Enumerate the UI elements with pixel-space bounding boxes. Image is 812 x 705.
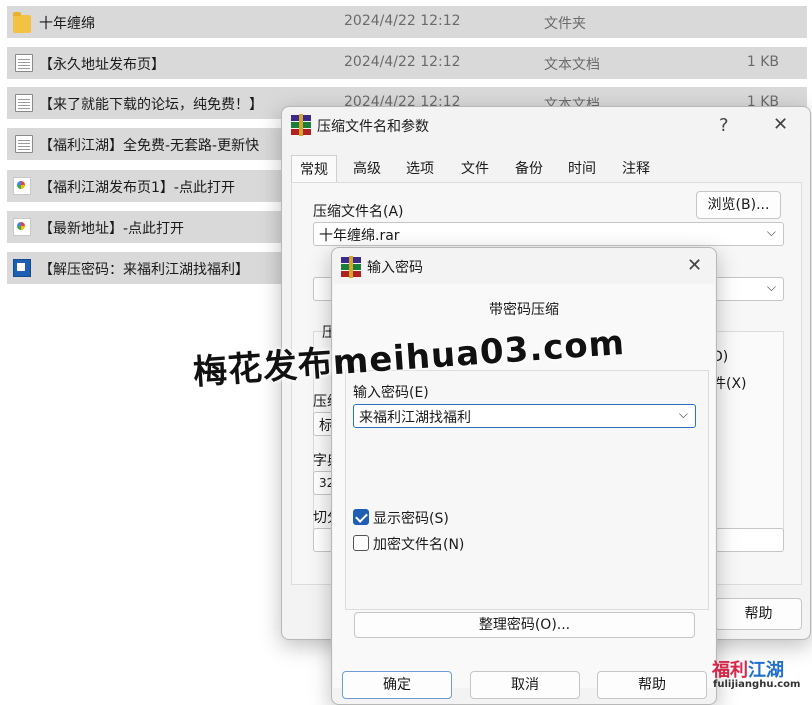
tab-advanced[interactable]: 高级: [345, 155, 389, 183]
file-row-text[interactable]: 【福利江湖】全免费-无套路-更新快: [7, 128, 283, 160]
ok-button[interactable]: 确定: [342, 671, 452, 699]
file-row-shortcut[interactable]: 【解压密码：来福利江湖找福利】: [7, 252, 283, 284]
password-input[interactable]: 来福利江湖找福利 ⌵: [353, 404, 696, 428]
password-label: 输入密码(E): [353, 385, 429, 401]
web-shortcut-icon: [13, 177, 31, 195]
encrypt-file-names-label: 加密文件名(N): [373, 537, 465, 553]
archive-name-combo[interactable]: 十年缠绵.rar ⌵: [313, 222, 784, 246]
folder-icon: [13, 12, 31, 33]
winrar-icon: [291, 114, 311, 136]
tab-general[interactable]: 常规: [291, 155, 337, 183]
browse-button[interactable]: 浏览(B)...: [696, 191, 781, 219]
archive-name-label: 压缩文件名(A): [313, 204, 404, 220]
file-row-folder[interactable]: 十年缠绵 2024/4/22 12:12 文件夹: [7, 6, 807, 38]
file-date: 2024/4/22 12:12: [344, 54, 461, 70]
file-name: 【福利江湖】全免费-无套路-更新快: [39, 138, 260, 154]
file-name: 【来了就能下载的论坛，纯免费！】: [39, 97, 263, 113]
logo-title-blue: 江湖: [748, 660, 784, 681]
help-button[interactable]: 帮助: [715, 598, 802, 630]
file-name: 【解压密码：来福利江湖找福利】: [39, 262, 249, 278]
site-logo: 福利江湖 fulijianghu.com: [712, 656, 808, 696]
close-icon[interactable]: ✕: [687, 255, 702, 276]
file-type: 文本文档: [544, 57, 600, 73]
text-document-icon: [15, 135, 33, 153]
logo-title-red: 福利: [712, 660, 748, 681]
encrypt-file-names-checkbox[interactable]: [353, 535, 369, 551]
tab-files[interactable]: 文件: [453, 155, 497, 183]
file-name: 十年缠绵: [39, 16, 95, 32]
dialog-heading: 带密码压缩: [489, 302, 559, 318]
chevron-down-icon: ⌵: [766, 280, 776, 294]
file-size: 1 KB: [746, 54, 779, 70]
file-type: 文件夹: [544, 16, 586, 32]
file-name: 【永久地址发布页】: [39, 57, 165, 73]
help-button[interactable]: 帮助: [597, 671, 707, 699]
file-name: 【福利江湖发布页1】-点此打开: [39, 180, 235, 196]
dialog-title: 压缩文件名和参数: [317, 119, 429, 135]
logo-subtitle: fulijianghu.com: [713, 679, 801, 690]
file-row-text[interactable]: 【永久地址发布页】 2024/4/22 12:12 文本文档 1 KB: [7, 47, 807, 79]
organize-passwords-button[interactable]: 整理密码(O)...: [354, 612, 695, 638]
dialog-title: 输入密码: [367, 260, 423, 276]
help-icon[interactable]: ?: [719, 115, 729, 136]
enter-password-dialog: 输入密码 ✕ 带密码压缩 输入密码(E) 来福利江湖找福利 ⌵ 显示密码(S) …: [331, 247, 717, 705]
text-document-icon: [15, 54, 33, 72]
option-fragment: 件(X): [712, 376, 747, 392]
cancel-button[interactable]: 取消: [470, 671, 580, 699]
url-shortcut-icon: [13, 259, 31, 277]
tab-time[interactable]: 时间: [560, 155, 604, 183]
winrar-icon: [341, 256, 361, 278]
tab-backup[interactable]: 备份: [507, 155, 551, 183]
text-document-icon: [15, 94, 33, 112]
file-row-shortcut[interactable]: 【最新地址】-点此打开: [7, 211, 283, 243]
tab-comment[interactable]: 注释: [614, 155, 658, 183]
show-password-label: 显示密码(S): [373, 511, 449, 527]
archive-name-value: 十年缠绵.rar: [319, 228, 400, 244]
password-value: 来福利江湖找福利: [359, 410, 471, 426]
chevron-down-icon: ⌵: [766, 225, 776, 239]
show-password-checkbox[interactable]: [353, 509, 369, 525]
file-name: 【最新地址】-点此打开: [39, 221, 185, 237]
chevron-down-icon: ⌵: [678, 407, 688, 421]
file-row-shortcut[interactable]: 【福利江湖发布页1】-点此打开: [7, 170, 283, 202]
close-icon[interactable]: ✕: [773, 114, 788, 135]
tab-options[interactable]: 选项: [398, 155, 442, 183]
file-date: 2024/4/22 12:12: [344, 13, 461, 29]
web-shortcut-icon: [13, 218, 31, 236]
